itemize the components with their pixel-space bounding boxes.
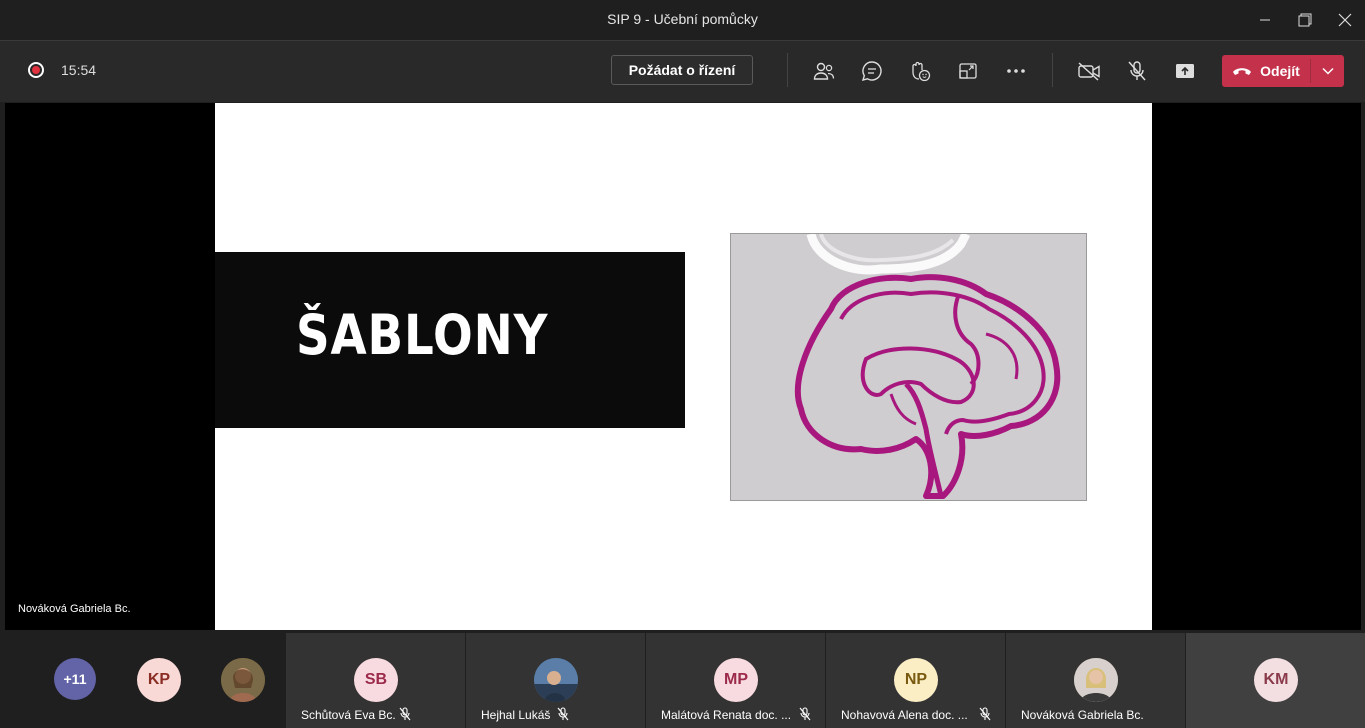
- participant-tile[interactable]: SB Schůtová Eva Bc.: [286, 633, 465, 728]
- participant-name: Nováková Gabriela Bc.: [1021, 708, 1144, 722]
- request-control-button[interactable]: Požádat o řízení: [611, 55, 753, 85]
- participant-name: Malátová Renata doc. ...: [661, 708, 792, 722]
- camera-off-icon[interactable]: [1075, 57, 1103, 85]
- participant-name: Nohavová Alena doc. ...: [841, 708, 968, 722]
- mic-off-icon: [398, 707, 412, 721]
- restore-icon[interactable]: [1285, 0, 1325, 40]
- avatar: KM: [1254, 658, 1298, 702]
- leave-main[interactable]: Odejít: [1222, 55, 1310, 87]
- share-icon[interactable]: [1171, 57, 1199, 85]
- minimize-icon[interactable]: [1245, 0, 1285, 40]
- participant-name: Schůtová Eva Bc.: [301, 708, 396, 722]
- toolbar-divider: [787, 53, 788, 87]
- participants-icon[interactable]: [810, 57, 838, 85]
- avatar: NP: [894, 658, 938, 702]
- avatar: MP: [714, 658, 758, 702]
- mic-off-icon[interactable]: [1123, 57, 1151, 85]
- leave-label: Odejít: [1260, 63, 1300, 79]
- title-bar: SIP 9 - Učební pomůcky: [0, 0, 1365, 40]
- toolbar-divider: [1052, 53, 1053, 87]
- slide-title: ŠABLONY: [296, 303, 549, 367]
- self-tile[interactable]: KM: [1186, 633, 1365, 728]
- chat-icon[interactable]: [858, 57, 886, 85]
- avatar-photo[interactable]: [221, 658, 265, 702]
- meeting-toolbar: 15:54 Požádat o řízení Odejít: [0, 40, 1365, 102]
- chevron-down-icon[interactable]: [1311, 55, 1344, 87]
- shared-screen-stage: ŠABLONY Nováková Gabriela Bc.: [5, 103, 1361, 630]
- mic-off-icon: [556, 707, 570, 721]
- participant-tile[interactable]: NP Nohavová Alena doc. ...: [826, 633, 1005, 728]
- stage-speaker-name: Nováková Gabriela Bc.: [18, 603, 131, 615]
- participant-tile[interactable]: Nováková Gabriela Bc.: [1006, 633, 1185, 728]
- reactions-icon[interactable]: [906, 57, 934, 85]
- overflow-participants-button[interactable]: +11: [54, 658, 96, 700]
- window-title: SIP 9 - Učební pomůcky: [607, 11, 758, 27]
- mic-off-icon: [798, 707, 812, 721]
- meeting-timer: 15:54: [61, 62, 97, 78]
- phone-hangup-icon: [1232, 63, 1252, 79]
- participant-name: Hejhal Lukáš: [481, 708, 551, 722]
- leave-button[interactable]: Odejít: [1222, 55, 1344, 87]
- participants-strip: +11 KP SB Schůtová Eva Bc. Hejhal Lukáš …: [0, 633, 1365, 728]
- brain-template-photo: [730, 233, 1087, 501]
- participant-tile[interactable]: MP Malátová Renata doc. ...: [646, 633, 825, 728]
- mic-off-icon: [978, 707, 992, 721]
- avatar: SB: [354, 658, 398, 702]
- rooms-icon[interactable]: [954, 57, 982, 85]
- participant-tile[interactable]: Hejhal Lukáš: [466, 633, 645, 728]
- more-icon[interactable]: [1002, 57, 1030, 85]
- avatar-photo: [534, 658, 578, 702]
- avatar[interactable]: KP: [137, 658, 181, 702]
- presentation-slide: ŠABLONY: [215, 103, 1152, 630]
- avatar-photo: [1074, 658, 1118, 702]
- recording-icon: [28, 62, 44, 78]
- close-icon[interactable]: [1325, 0, 1365, 40]
